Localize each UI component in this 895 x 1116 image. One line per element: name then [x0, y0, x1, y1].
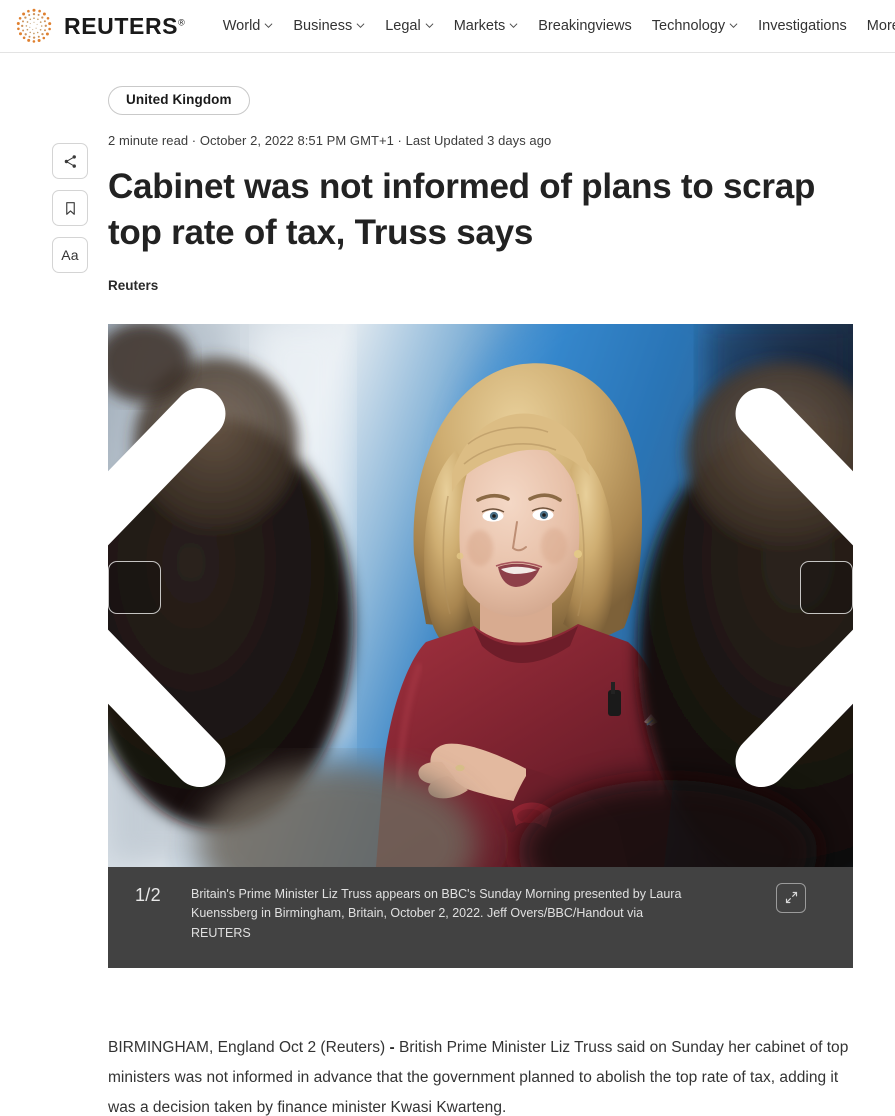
chevron-right-icon	[454, 324, 853, 859]
image-caption-bar: 1/2 Britain's Prime Minister Liz Truss a…	[108, 866, 853, 968]
nav-item-technology[interactable]: Technology	[652, 19, 738, 34]
reuters-wordmark: REUTERS®	[64, 12, 185, 39]
main-navigation: World Business Legal Markets Breakingvie	[223, 19, 895, 34]
reuters-wordmark-text: REUTERS	[64, 12, 179, 39]
carousel-prev-button[interactable]	[108, 387, 226, 787]
chevron-down-icon	[356, 21, 365, 30]
bookmark-icon	[62, 200, 79, 217]
nav-label: More	[866, 17, 895, 34]
chevron-down-icon	[425, 21, 434, 30]
page-title: Cabinet was not informed of plans to scr…	[108, 166, 816, 252]
nav-item-more[interactable]: More	[867, 19, 895, 34]
nav-item-breakingviews[interactable]: Breakingviews	[538, 19, 632, 34]
reuters-logo[interactable]: REUTERS®	[14, 6, 185, 46]
dateline: BIRMINGHAM, England Oct 2 (Reuters)	[108, 1038, 386, 1056]
registered-mark: ®	[178, 16, 185, 27]
page-body: Aa United Kingdom 2 minute read · Octobe…	[0, 53, 895, 1116]
share-button[interactable]	[52, 143, 88, 179]
chevron-down-icon	[264, 21, 273, 30]
carousel-next-button[interactable]	[735, 387, 853, 787]
site-header: REUTERS® World Business Legal Markets Br…	[0, 0, 895, 53]
text-size-button[interactable]: Aa	[52, 237, 88, 273]
nav-item-markets[interactable]: Markets	[454, 19, 519, 34]
nav-label: Breakingviews	[538, 17, 632, 34]
nav-label: World	[222, 17, 261, 34]
article-meta: 2 minute read · October 2, 2022 8:51 PM …	[108, 132, 552, 148]
nav-label: Investigations	[758, 17, 847, 34]
share-icon	[62, 153, 79, 170]
article-container: United Kingdom 2 minute read · October 2…	[108, 86, 853, 1116]
expand-arrows-icon	[784, 890, 799, 905]
article-body-paragraph: BIRMINGHAM, England Oct 2 (Reuters) - Br…	[108, 1033, 853, 1116]
carousel-counter: 1/2	[135, 884, 161, 905]
bookmark-button[interactable]	[52, 190, 88, 226]
article-action-rail: Aa	[52, 143, 88, 273]
chevron-left-icon	[108, 324, 507, 859]
nav-label: Markets	[453, 17, 506, 34]
nav-item-legal[interactable]: Legal	[385, 17, 434, 34]
nav-item-investigations[interactable]: Investigations	[758, 19, 847, 34]
nav-label: Business	[293, 17, 353, 34]
chevron-down-icon	[729, 21, 738, 30]
expand-image-button[interactable]	[776, 882, 806, 913]
category-tag-united-kingdom[interactable]: United Kingdom	[108, 86, 250, 115]
nav-item-world[interactable]: World	[223, 19, 274, 34]
image-carousel: 1/2 Britain's Prime Minister Liz Truss a…	[108, 323, 853, 968]
article-photo	[108, 323, 853, 867]
text-size-label: Aa	[61, 247, 79, 263]
article-byline: Reuters	[108, 277, 159, 293]
image-caption-text: Britain's Prime Minister Liz Truss appea…	[191, 886, 682, 940]
reuters-dots-logo-icon	[14, 6, 54, 46]
nav-label: Legal	[385, 17, 421, 34]
nav-item-business[interactable]: Business	[293, 19, 365, 34]
nav-label: Technology	[651, 17, 726, 34]
chevron-down-icon	[509, 21, 518, 30]
